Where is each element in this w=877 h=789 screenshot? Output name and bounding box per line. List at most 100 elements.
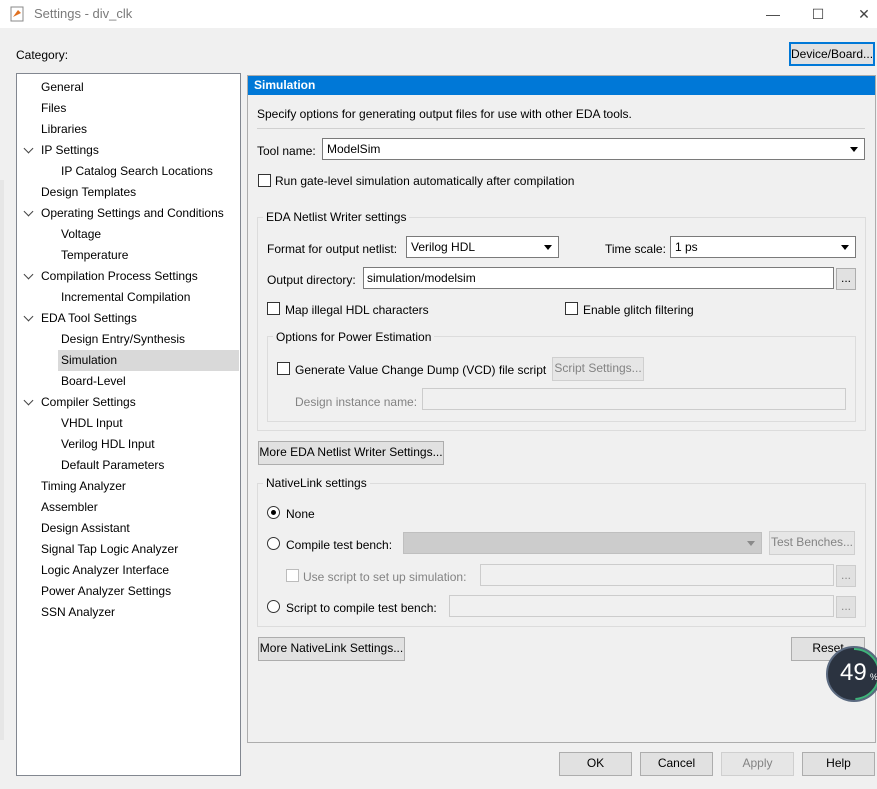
tree-item[interactable]: Default Parameters bbox=[17, 455, 239, 476]
progress-value: 49 bbox=[840, 659, 867, 686]
script-compile-input[interactable] bbox=[449, 595, 834, 617]
output-dir-label: Output directory: bbox=[267, 273, 356, 287]
close-button[interactable]: ✕ bbox=[854, 4, 874, 24]
format-select[interactable]: Verilog HDL bbox=[406, 236, 559, 258]
run-gate-level-checkbox[interactable] bbox=[258, 174, 271, 187]
tool-name-value: ModelSim bbox=[327, 142, 381, 156]
tree-item[interactable]: General bbox=[17, 77, 239, 98]
category-tree[interactable]: General Files Libraries IP Settings IP Catal… bbox=[16, 73, 241, 776]
tree-item[interactable]: Compiler Settings bbox=[17, 392, 239, 413]
use-script-input[interactable] bbox=[480, 564, 834, 586]
tool-name-select[interactable]: ModelSim bbox=[322, 138, 865, 160]
tree-item-label: SSN Analyzer bbox=[41, 605, 116, 619]
maximize-button[interactable]: ☐ bbox=[808, 4, 828, 24]
tree-item[interactable]: Design Entry/Synthesis bbox=[17, 329, 239, 350]
enable-glitch-label: Enable glitch filtering bbox=[583, 303, 694, 317]
tree-item[interactable]: IP Catalog Search Locations bbox=[17, 161, 239, 182]
tree-item-label: IP Catalog Search Locations bbox=[61, 164, 213, 178]
tree-item-label: IP Settings bbox=[41, 143, 99, 157]
chevron-down-icon[interactable] bbox=[23, 206, 34, 217]
power-estimation-title: Options for Power Estimation bbox=[273, 330, 435, 344]
enable-glitch-checkbox[interactable] bbox=[565, 302, 578, 315]
time-scale-value: 1 ps bbox=[675, 240, 698, 254]
ok-button[interactable]: OK bbox=[559, 752, 632, 776]
progress-unit: % bbox=[870, 672, 877, 682]
tree-item[interactable]: VHDL Input bbox=[17, 413, 239, 434]
tree-item-label: VHDL Input bbox=[61, 416, 123, 430]
script-compile-radio[interactable] bbox=[267, 600, 280, 613]
tree-item[interactable]: Logic Analyzer Interface bbox=[17, 560, 239, 581]
tree-item-label: Assembler bbox=[41, 500, 98, 514]
tree-item[interactable]: EDA Tool Settings bbox=[17, 308, 239, 329]
run-gate-level-label: Run gate-level simulation automatically … bbox=[275, 174, 575, 188]
use-script-checkbox[interactable] bbox=[286, 569, 299, 582]
tree-item-label: General bbox=[41, 80, 84, 94]
map-illegal-checkbox[interactable] bbox=[267, 302, 280, 315]
tree-item[interactable]: Incremental Compilation bbox=[17, 287, 239, 308]
nativelink-title: NativeLink settings bbox=[263, 476, 370, 490]
tree-item[interactable]: Assembler bbox=[17, 497, 239, 518]
device-board-button[interactable]: Device/Board... bbox=[789, 42, 875, 66]
tree-item[interactable]: Power Analyzer Settings bbox=[17, 581, 239, 602]
vcd-checkbox[interactable] bbox=[277, 362, 290, 375]
apply-button[interactable]: Apply bbox=[721, 752, 794, 776]
tree-item[interactable]: Libraries bbox=[17, 119, 239, 140]
window-title: Settings - div_clk bbox=[34, 6, 133, 21]
tree-item-label: Power Analyzer Settings bbox=[41, 584, 172, 598]
tree-item-label: Operating Settings and Conditions bbox=[41, 206, 224, 220]
time-scale-select[interactable]: 1 ps bbox=[670, 236, 856, 258]
tree-item[interactable]: Design Assistant bbox=[17, 518, 239, 539]
design-instance-input[interactable] bbox=[422, 388, 846, 410]
panel-description: Specify options for generating output fi… bbox=[257, 107, 632, 121]
tree-item[interactable]: Simulation bbox=[58, 350, 239, 371]
panel-header: Simulation bbox=[248, 76, 875, 95]
chevron-down-icon bbox=[841, 245, 849, 250]
tree-item-label: EDA Tool Settings bbox=[41, 311, 137, 325]
tree-item-label: Logic Analyzer Interface bbox=[41, 563, 170, 577]
chevron-down-icon[interactable] bbox=[23, 269, 34, 280]
tree-item[interactable]: Timing Analyzer bbox=[17, 476, 239, 497]
tree-item[interactable]: Verilog HDL Input bbox=[17, 434, 239, 455]
use-script-label: Use script to set up simulation: bbox=[303, 570, 467, 584]
design-instance-label: Design instance name: bbox=[295, 395, 418, 409]
test-benches-button[interactable]: Test Benches... bbox=[769, 531, 855, 555]
more-eda-settings-button[interactable]: More EDA Netlist Writer Settings... bbox=[258, 441, 444, 465]
none-radio[interactable] bbox=[267, 506, 280, 519]
more-nativelink-settings-button[interactable]: More NativeLink Settings... bbox=[258, 637, 405, 661]
output-dir-browse-button[interactable]: ... bbox=[836, 268, 856, 290]
tree-item-label: Design Assistant bbox=[41, 521, 130, 535]
chevron-down-icon[interactable] bbox=[23, 311, 34, 322]
tree-item-label: Default Parameters bbox=[61, 458, 165, 472]
tree-item-label: Libraries bbox=[41, 122, 88, 136]
compile-tb-label: Compile test bench: bbox=[286, 538, 393, 552]
chevron-down-icon[interactable] bbox=[23, 395, 34, 406]
script-compile-label: Script to compile test bench: bbox=[286, 601, 437, 615]
tree-item[interactable]: Files bbox=[17, 98, 239, 119]
tree-item[interactable]: Board-Level bbox=[17, 371, 239, 392]
use-script-browse-button[interactable]: ... bbox=[836, 565, 856, 587]
cancel-button[interactable]: Cancel bbox=[640, 752, 713, 776]
script-settings-button[interactable]: Script Settings... bbox=[552, 357, 644, 381]
category-label: Category: bbox=[16, 48, 69, 62]
tree-item[interactable]: Temperature bbox=[17, 245, 239, 266]
tree-item[interactable]: IP Settings bbox=[17, 140, 239, 161]
help-button[interactable]: Help bbox=[802, 752, 875, 776]
map-illegal-label: Map illegal HDL characters bbox=[285, 303, 429, 317]
tree-item-label: Voltage bbox=[61, 227, 102, 241]
chevron-down-icon[interactable] bbox=[23, 143, 34, 154]
tree-item[interactable]: Operating Settings and Conditions bbox=[17, 203, 239, 224]
compile-tb-radio[interactable] bbox=[267, 537, 280, 550]
tool-name-label: Tool name: bbox=[257, 144, 316, 158]
tree-item[interactable]: Signal Tap Logic Analyzer bbox=[17, 539, 239, 560]
output-dir-input[interactable]: simulation/modelsim bbox=[363, 267, 834, 289]
tree-item[interactable]: Design Templates bbox=[17, 182, 239, 203]
minimize-button[interactable]: — bbox=[763, 4, 783, 24]
background-window-edge bbox=[0, 180, 4, 740]
tree-item[interactable]: Voltage bbox=[17, 224, 239, 245]
script-compile-browse-button[interactable]: ... bbox=[836, 596, 856, 618]
tree-item[interactable]: Compilation Process Settings bbox=[17, 266, 239, 287]
tree-item-label: Verilog HDL Input bbox=[61, 437, 155, 451]
tree-item-label: Board-Level bbox=[61, 374, 126, 388]
tree-item[interactable]: SSN Analyzer bbox=[17, 602, 239, 623]
compile-tb-select[interactable] bbox=[403, 532, 762, 554]
